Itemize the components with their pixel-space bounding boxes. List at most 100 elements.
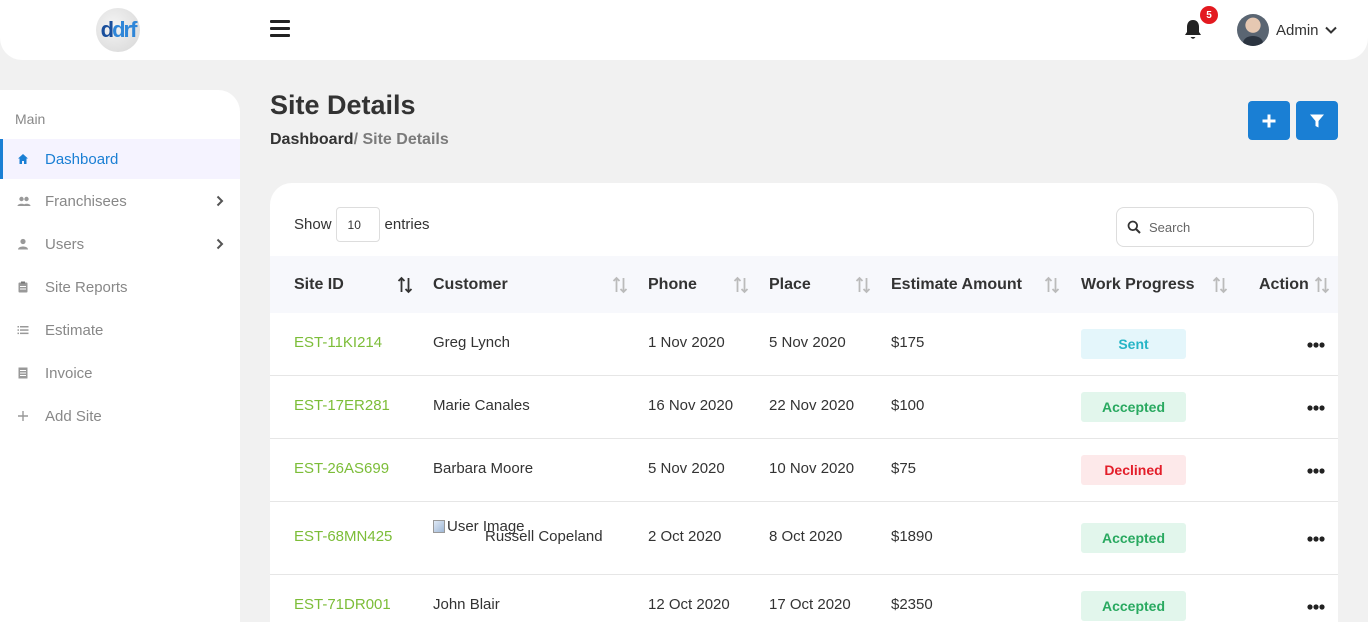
status-badge: Accepted bbox=[1081, 523, 1186, 553]
column-header-action[interactable]: Action bbox=[1259, 256, 1309, 313]
document-icon bbox=[18, 367, 28, 379]
status-badge: Sent bbox=[1081, 329, 1186, 359]
amount-cell: $175 bbox=[891, 334, 925, 351]
column-header-estimate-amount[interactable]: Estimate Amount bbox=[891, 256, 1022, 313]
list-icon bbox=[17, 326, 29, 335]
page-title: Site Details bbox=[270, 90, 416, 120]
filter-icon bbox=[1310, 114, 1324, 127]
column-header-place[interactable]: Place bbox=[769, 256, 811, 313]
sort-icon[interactable] bbox=[1212, 276, 1228, 294]
status-badge: Accepted bbox=[1081, 591, 1186, 621]
table-header: Site ID Customer Phone Place Estimate Am… bbox=[270, 256, 1338, 313]
more-options-icon[interactable] bbox=[1307, 536, 1325, 542]
table-row: EST-26AS699 Barbara Moore 5 Nov 2020 10 … bbox=[270, 439, 1338, 502]
more-options-icon[interactable] bbox=[1307, 342, 1325, 348]
home-icon bbox=[18, 154, 28, 164]
customer-cell: Barbara Moore bbox=[433, 460, 534, 477]
chevron-right-icon bbox=[216, 238, 224, 250]
person-icon bbox=[18, 238, 28, 250]
sort-icon[interactable] bbox=[397, 276, 413, 294]
entries-control: Show 10 entries bbox=[294, 207, 430, 242]
amount-cell: $100 bbox=[891, 397, 925, 414]
amount-cell: $75 bbox=[891, 460, 917, 477]
entries-select[interactable]: 10 bbox=[335, 207, 380, 242]
logo[interactable]: d drf bbox=[96, 8, 140, 52]
site-id-link[interactable]: EST-68MN425 bbox=[294, 528, 392, 545]
customer-cell: Marie Canales bbox=[433, 397, 530, 414]
sidebar-item-estimate[interactable]: Estimate bbox=[0, 310, 240, 350]
notification-badge: 5 bbox=[1200, 6, 1218, 24]
plus-icon bbox=[1262, 114, 1276, 127]
table-row: EST-17ER281 Marie Canales 16 Nov 2020 22… bbox=[270, 376, 1338, 439]
clipboard-icon bbox=[18, 281, 28, 293]
user-name: Admin bbox=[1276, 21, 1319, 39]
more-options-icon[interactable] bbox=[1307, 468, 1325, 474]
sidebar-item-users[interactable]: Users bbox=[0, 224, 240, 264]
sidebar-item-label: Add Site bbox=[45, 407, 102, 425]
more-options-icon[interactable] bbox=[1307, 405, 1325, 411]
sidebar-item-label: Franchisees bbox=[45, 192, 127, 210]
filter-button[interactable] bbox=[1296, 101, 1338, 140]
phone-cell: 16 Nov 2020 bbox=[648, 397, 734, 414]
search-input[interactable]: Search bbox=[1116, 207, 1314, 247]
site-id-link[interactable]: EST-11KI214 bbox=[294, 334, 382, 351]
place-cell: 17 Oct 2020 bbox=[769, 596, 851, 613]
search-icon bbox=[1127, 220, 1141, 234]
breadcrumb: Dashboard/ Site Details bbox=[270, 131, 449, 149]
amount-cell: $2350 bbox=[891, 596, 933, 613]
site-id-link[interactable]: EST-26AS699 bbox=[294, 460, 389, 477]
customer-cell: Russell Copeland bbox=[485, 528, 603, 545]
chevron-down-icon bbox=[1324, 26, 1337, 34]
column-header-customer[interactable]: Customer bbox=[433, 256, 508, 313]
avatar bbox=[1237, 14, 1269, 46]
column-header-work-progress[interactable]: Work Progress bbox=[1081, 256, 1195, 313]
bell-icon[interactable] bbox=[1183, 19, 1203, 41]
phone-cell: 1 Nov 2020 bbox=[648, 334, 725, 351]
breadcrumb-dashboard-link[interactable]: Dashboard bbox=[270, 131, 354, 148]
amount-cell: $1890 bbox=[891, 528, 933, 545]
sidebar-item-site-reports[interactable]: Site Reports bbox=[0, 267, 240, 307]
sort-icon[interactable] bbox=[855, 276, 871, 294]
sidebar-item-label: Invoice bbox=[45, 364, 93, 382]
sidebar-item-add-site[interactable]: Add Site bbox=[0, 396, 240, 436]
search-placeholder: Search bbox=[1149, 219, 1191, 235]
table-row: EST-71DR001 John Blair 12 Oct 2020 17 Oc… bbox=[270, 575, 1338, 622]
menu-toggle-icon[interactable] bbox=[270, 20, 290, 38]
sidebar-item-invoice[interactable]: Invoice bbox=[0, 353, 240, 393]
phone-cell: 5 Nov 2020 bbox=[648, 460, 725, 477]
phone-cell: 12 Oct 2020 bbox=[648, 596, 730, 613]
site-details-card: Show 10 entries Search Site ID Customer … bbox=[270, 183, 1338, 622]
top-header: d drf 5 Admin bbox=[0, 0, 1368, 60]
status-badge: Declined bbox=[1081, 455, 1186, 485]
sort-icon[interactable] bbox=[733, 276, 749, 294]
place-cell: 5 Nov 2020 bbox=[769, 334, 846, 351]
place-cell: 8 Oct 2020 bbox=[769, 528, 843, 545]
place-cell: 22 Nov 2020 bbox=[769, 397, 855, 414]
sidebar-item-label: Site Reports bbox=[45, 278, 128, 296]
status-badge: Accepted bbox=[1081, 392, 1186, 422]
more-options-icon[interactable] bbox=[1307, 604, 1325, 610]
entries-label: entries bbox=[384, 216, 430, 233]
user-menu[interactable]: Admin bbox=[1237, 14, 1337, 46]
customer-cell: Greg Lynch bbox=[433, 334, 510, 351]
sidebar-item-dashboard[interactable]: Dashboard bbox=[0, 139, 240, 179]
sidebar-heading: Main bbox=[15, 111, 46, 127]
logo-text: drf bbox=[112, 17, 137, 42]
sidebar-item-franchisees[interactable]: Franchisees bbox=[0, 181, 240, 221]
sort-icon[interactable] bbox=[612, 276, 628, 294]
table-row: EST-68MN425 User Image Russell Copeland … bbox=[270, 502, 1338, 575]
column-header-phone[interactable]: Phone bbox=[648, 256, 697, 313]
sort-icon[interactable] bbox=[1044, 276, 1060, 294]
add-button[interactable] bbox=[1248, 101, 1290, 140]
column-header-site-id[interactable]: Site ID bbox=[294, 256, 344, 313]
table-row: EST-11KI214 Greg Lynch 1 Nov 2020 5 Nov … bbox=[270, 313, 1338, 376]
sidebar: Main Dashboard Franchisees Users Site Re… bbox=[0, 90, 240, 622]
sort-icon[interactable] bbox=[1314, 276, 1330, 294]
breadcrumb-current: / Site Details bbox=[353, 131, 449, 148]
site-id-link[interactable]: EST-71DR001 bbox=[294, 596, 391, 613]
sidebar-item-label: Estimate bbox=[45, 321, 104, 339]
sidebar-item-label: Users bbox=[45, 235, 85, 253]
show-label: Show bbox=[294, 216, 332, 233]
plus-icon bbox=[18, 411, 28, 421]
site-id-link[interactable]: EST-17ER281 bbox=[294, 397, 390, 414]
